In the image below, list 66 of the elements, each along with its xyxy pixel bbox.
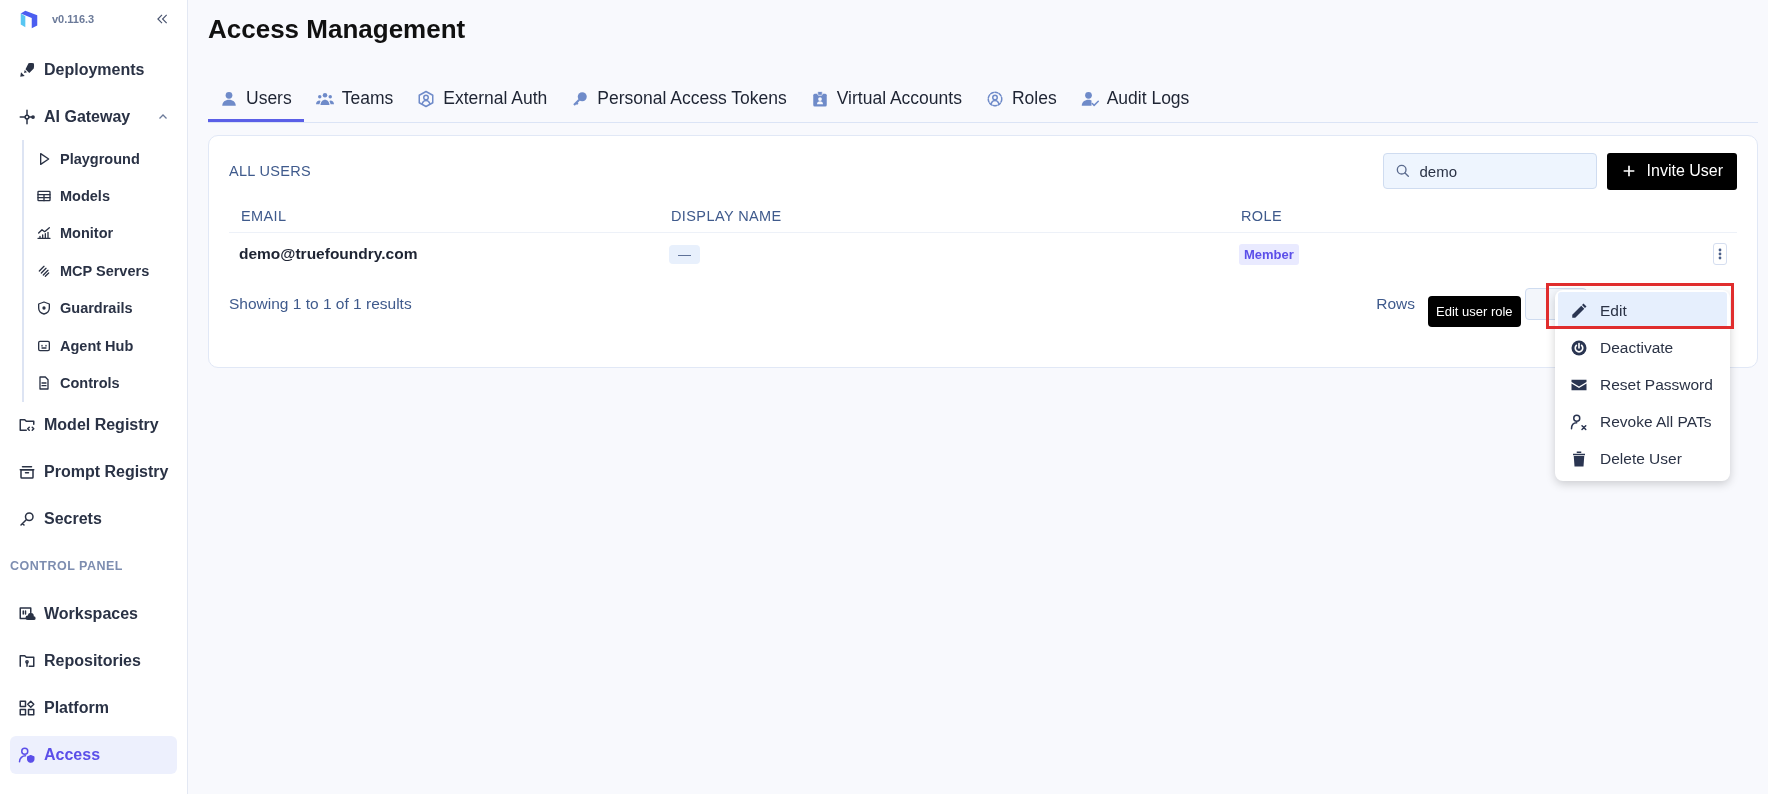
power-icon <box>1570 338 1588 357</box>
search-field[interactable]: demo <box>1382 153 1597 189</box>
column-header: DISPLAY NAME <box>659 202 1229 233</box>
trash-icon <box>1570 449 1588 468</box>
id-badge-icon <box>810 89 829 108</box>
user-icon <box>220 89 238 108</box>
user-check-icon <box>1080 89 1099 108</box>
column-header: ROLE <box>1229 202 1703 233</box>
invite-user-button[interactable]: Invite User <box>1606 152 1737 190</box>
collapse-icon[interactable] <box>155 12 169 26</box>
results-summary: Showing 1 to 1 of 1 results <box>229 295 413 313</box>
menu-item[interactable]: Delete User <box>1558 440 1727 477</box>
archive-icon <box>18 463 36 482</box>
grid-icon <box>18 699 36 718</box>
sidebar-item[interactable]: Controls <box>24 368 177 397</box>
tab[interactable]: Teams <box>303 78 406 122</box>
menu-item[interactable]: Deactivate <box>1558 329 1727 366</box>
sidebar-item[interactable]: Workspaces <box>10 595 177 634</box>
tab[interactable]: Audit Logs <box>1068 78 1202 122</box>
role-tag: Member <box>1239 243 1299 265</box>
user-circle-icon <box>985 89 1004 108</box>
tab[interactable]: Roles <box>973 78 1069 122</box>
empty-value-tag: — <box>669 244 700 264</box>
logo-icon[interactable] <box>18 8 40 30</box>
version-label: v0.116.3 <box>52 13 96 25</box>
rocket-icon <box>18 60 36 79</box>
menu-item[interactable]: Revoke All PATs <box>1558 403 1727 440</box>
chart-icon <box>36 225 52 242</box>
shield-icon <box>36 300 52 317</box>
sidebar-item[interactable]: Monitor <box>24 219 177 248</box>
sidebar-item[interactable]: Prompt Registry <box>10 453 177 492</box>
kebab-icon <box>1718 248 1722 260</box>
sidebar-item[interactable]: Repositories <box>10 642 177 681</box>
card-title: ALL USERS <box>229 163 312 179</box>
sidebar-item[interactable]: Model Registry <box>10 406 177 445</box>
sidebar-item[interactable]: Platform <box>10 689 177 728</box>
sidebar-item[interactable]: Access <box>10 736 177 775</box>
sidebar-item[interactable]: Playground <box>24 144 177 173</box>
pencil-icon <box>1570 301 1588 320</box>
tab[interactable]: Users <box>208 78 304 122</box>
hexagon-user-icon <box>417 89 436 108</box>
user-shield-icon <box>18 746 36 765</box>
sidebar-item[interactable]: Secrets <box>10 500 177 539</box>
tab[interactable]: Virtual Accounts <box>798 78 974 122</box>
sidebar-item[interactable]: Guardrails <box>24 294 177 323</box>
sidebar-item[interactable]: MCP Servers <box>24 256 177 285</box>
key-icon <box>18 510 36 529</box>
key-icon <box>571 89 590 108</box>
table-cell: demo@truefoundry.com <box>239 245 418 263</box>
more-actions-button[interactable] <box>1713 243 1727 265</box>
sidebar-item[interactable]: Deployments <box>10 50 177 89</box>
search-icon <box>1394 163 1411 179</box>
network-icon <box>18 107 36 126</box>
sidebar-item[interactable]: AI Gateway <box>10 97 177 136</box>
tab[interactable]: Personal Access Tokens <box>559 78 799 122</box>
tab[interactable]: External Auth <box>405 78 560 122</box>
menu-item[interactable]: Reset Password <box>1558 366 1727 403</box>
document-icon <box>36 374 52 391</box>
tooltip: Edit user role <box>1428 296 1521 327</box>
column-header: EMAIL <box>229 202 659 233</box>
sidebar-item[interactable]: Agent Hub <box>24 331 177 360</box>
user-x-icon <box>1570 412 1588 431</box>
page-title: Access Management <box>208 14 467 46</box>
rows-per-page-label: Rows <box>1376 295 1415 313</box>
section-label: CONTROL PANEL <box>10 557 124 575</box>
sidebar-item[interactable]: Models <box>24 182 177 211</box>
